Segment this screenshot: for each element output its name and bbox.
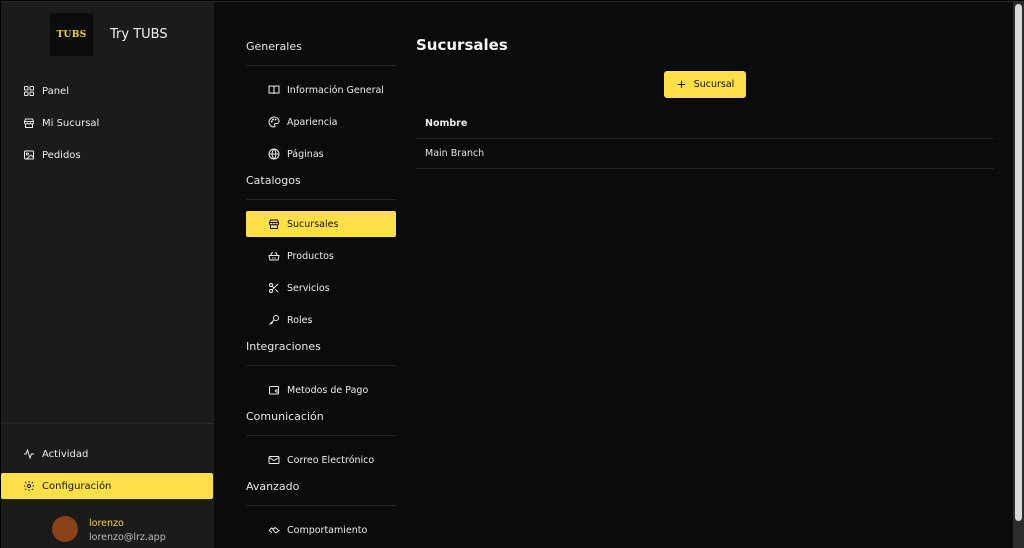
settings-item-label: Comportamiento [287, 524, 368, 536]
store-icon [269, 219, 279, 229]
settings-item-label: Páginas [287, 148, 324, 160]
user-name: lorenzo [89, 518, 124, 529]
settings-item-correo-electronico[interactable]: Correo Electrónico [246, 447, 396, 473]
user-email: lorenzo@lrz.app [89, 532, 166, 543]
wallet-icon [269, 386, 279, 395]
settings-item-roles[interactable]: Roles [246, 307, 396, 333]
settings-item-sucursales[interactable]: Sucursales [246, 211, 396, 237]
settings-item-servicios[interactable]: Servicios [246, 275, 396, 301]
basket-icon [268, 251, 280, 261]
image-icon [24, 150, 34, 160]
branches-table: Nombre Main Branch [416, 109, 994, 169]
section-divider [246, 435, 396, 436]
settings-item-label: Correo Electrónico [287, 454, 375, 466]
layout-grid-icon [24, 86, 34, 96]
store-icon [24, 118, 34, 128]
section-title-integraciones: Integraciones [246, 340, 321, 353]
sidebar-item-configuracion[interactable]: Configuración [1, 473, 213, 499]
sidebar-divider [1, 423, 213, 424]
scrollbar[interactable] [1013, 1, 1024, 548]
settings-item-metodos-de-pago[interactable]: Metodos de Pago [246, 377, 396, 403]
book-open-icon [268, 85, 280, 95]
section-title-avanzado: Avanzado [246, 480, 300, 493]
scrollbar-thumb[interactable] [1015, 4, 1022, 521]
sidebar-item-panel[interactable]: Panel [1, 78, 213, 104]
settings-item-productos[interactable]: Productos [246, 243, 396, 269]
brand-name: Try TUBS [110, 27, 168, 42]
section-title-comunicacion: Comunicación [246, 410, 324, 423]
settings-item-label: Información General [287, 84, 384, 96]
sidebar-item-actividad[interactable]: Actividad [1, 441, 213, 467]
add-sucursal-button[interactable]: Sucursal [664, 71, 746, 98]
settings-item-label: Sucursales [287, 218, 339, 230]
sidebar-item-mi-sucursal[interactable]: Mi Sucursal [1, 110, 213, 136]
brand[interactable]: TUBS Try TUBS [50, 13, 168, 56]
settings-item-label: Roles [287, 314, 313, 326]
key-icon [269, 315, 279, 325]
column-header-nombre: Nombre [425, 118, 468, 129]
table-row[interactable]: Main Branch [416, 139, 994, 169]
section-title-generales: Generales [246, 40, 302, 53]
app-window: TUBS Try TUBS Panel Mi Sucursal Pedidos … [1, 1, 1013, 548]
logo-text: TUBS [56, 29, 87, 40]
section-divider [246, 505, 396, 506]
handshake-icon [268, 526, 280, 534]
sidebar: TUBS Try TUBS Panel Mi Sucursal Pedidos … [1, 2, 214, 548]
table-header: Nombre [416, 109, 994, 139]
section-divider [246, 365, 396, 366]
settings-item-informacion-general[interactable]: Información General [246, 77, 396, 103]
palette-icon [268, 116, 280, 128]
section-divider [246, 199, 396, 200]
page-title: Sucursales [416, 36, 508, 54]
settings-item-label: Metodos de Pago [287, 384, 369, 396]
plus-icon [677, 80, 685, 89]
section-title-catalogos: Catalogos [246, 174, 301, 187]
scissors-icon [269, 283, 279, 293]
add-button-label: Sucursal [693, 79, 735, 90]
globe-icon [268, 148, 280, 160]
sidebar-item-label: Mi Sucursal [42, 117, 100, 129]
user-profile[interactable]: lorenzo lorenzo@lrz.app [52, 516, 166, 543]
settings-item-label: Productos [287, 250, 334, 262]
section-divider [246, 65, 396, 66]
sidebar-item-label: Pedidos [42, 149, 81, 161]
sidebar-item-pedidos[interactable]: Pedidos [1, 142, 213, 168]
mail-icon [268, 456, 280, 464]
sidebar-item-label: Actividad [42, 448, 89, 460]
sidebar-item-label: Panel [42, 85, 69, 97]
settings-item-label: Apariencia [287, 116, 338, 128]
brand-logo: TUBS [50, 13, 93, 56]
settings-item-comportamiento[interactable]: Comportamiento [246, 517, 396, 543]
sidebar-item-label: Configuración [42, 480, 112, 492]
settings-item-apariencia[interactable]: Apariencia [246, 109, 396, 135]
settings-item-paginas[interactable]: Páginas [246, 141, 396, 167]
avatar [52, 516, 78, 542]
table-cell: Main Branch [425, 148, 485, 159]
gear-icon [24, 481, 34, 491]
settings-item-label: Servicios [287, 282, 330, 294]
activity-icon [24, 448, 34, 460]
